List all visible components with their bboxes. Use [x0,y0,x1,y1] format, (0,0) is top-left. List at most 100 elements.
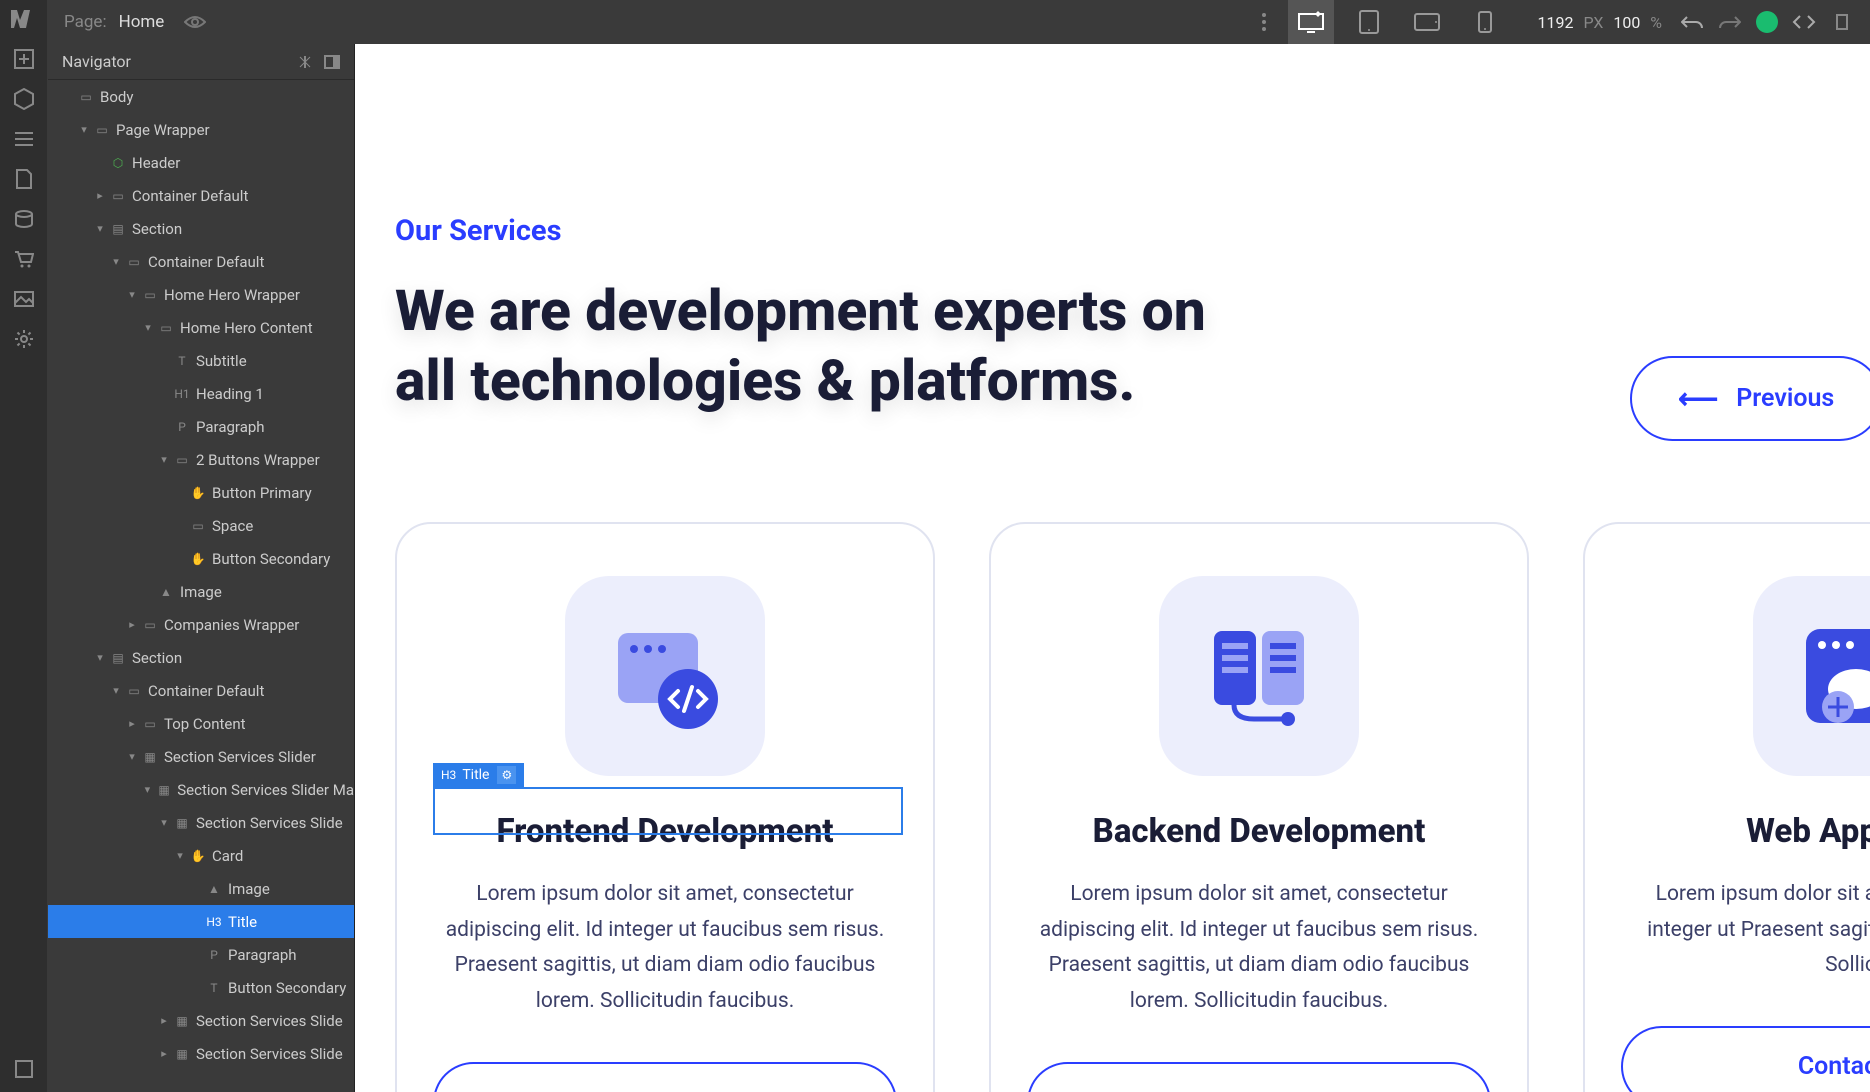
card-body[interactable]: Lorem ipsum dolor sit an adipiscing elit… [1621,877,1870,984]
tree-arrow-icon[interactable]: ▾ [78,123,90,136]
tree-row[interactable]: ▾▤Section [48,212,354,245]
tree-row[interactable]: ▾▭Home Hero Wrapper [48,278,354,311]
tree-row[interactable]: H1Heading 1 [48,377,354,410]
card-title[interactable]: Web App Deve [1746,812,1870,851]
publish-status-indicator[interactable] [1756,11,1778,33]
tree-row[interactable]: PParagraph [48,410,354,443]
tree-row[interactable]: ▾▭Container Default [48,245,354,278]
tree-row-label: Section Services Slider Ma [177,781,354,799]
tree-row[interactable]: ⬡Header [48,146,354,179]
viewport-mobile-button[interactable] [1462,0,1508,44]
tree-arrow-icon[interactable]: ▸ [126,618,138,631]
tree-row-label: Companies Wrapper [164,616,299,634]
preview-icon[interactable] [184,15,206,29]
more-menu-icon[interactable] [1252,13,1276,31]
tree-row[interactable]: TSubtitle [48,344,354,377]
assets-icon[interactable] [11,286,37,312]
tree-arrow-icon[interactable]: ▾ [142,321,154,334]
tree-type-icon: ▭ [174,453,190,467]
tree-arrow-icon[interactable]: ▾ [158,453,170,466]
tree-row[interactable]: ▭Space [48,509,354,542]
tree-row[interactable]: ▸▦Section Services Slide [48,1037,354,1070]
tree-row[interactable]: ▾▦Section Services Slide [48,806,354,839]
card-body[interactable]: Lorem ipsum dolor sit amet, consectetur … [433,877,897,1020]
heading-line-1: We are development experts on [395,277,1206,344]
left-icon-rail [0,0,48,1092]
subtitle-text[interactable]: Our Services [395,214,1870,248]
tree-row[interactable]: ▾▭Home Hero Content [48,311,354,344]
tree-row[interactable]: ▾▦Section Services Slider Ma [48,773,354,806]
contact-button[interactable]: Contact Us [433,1062,897,1092]
symbols-icon[interactable] [11,86,37,112]
tree-type-icon: T [206,981,222,995]
card-title[interactable]: Frontend Development [496,812,833,851]
tree-row[interactable]: ✋Button Primary [48,476,354,509]
tree-row[interactable]: ▾▭2 Buttons Wrapper [48,443,354,476]
navigator-title: Navigator [62,52,286,71]
tree-row[interactable]: ▾▦Section Services Slider [48,740,354,773]
design-canvas[interactable]: Our Services We are development experts … [355,44,1870,1092]
tree-arrow-icon[interactable]: ▾ [174,849,186,862]
tree-row-label: Section Services Slider [164,748,316,766]
tree-row-label: Container Default [148,682,264,700]
tree-row[interactable]: ▸▭Container Default [48,179,354,212]
tree-row[interactable]: ✋Button Secondary [48,542,354,575]
add-element-icon[interactable] [11,46,37,72]
ecommerce-icon[interactable] [11,246,37,272]
code-export-icon[interactable] [1792,10,1816,34]
cms-icon[interactable] [11,206,37,232]
page-name[interactable]: Home [119,12,165,32]
tree-arrow-icon[interactable]: ▾ [94,222,106,235]
tree-arrow-icon[interactable]: ▾ [110,684,122,697]
tree-arrow-icon[interactable]: ▾ [158,816,170,829]
collapse-panel-icon[interactable] [324,55,340,69]
tree-row[interactable]: PParagraph [48,938,354,971]
tree-row[interactable]: ▭Body [48,80,354,113]
viewport-landscape-button[interactable] [1404,0,1450,44]
tree-row-label: Title [228,913,257,931]
audit-icon[interactable] [11,1056,37,1082]
unpin-icon[interactable] [298,55,312,69]
tree-row[interactable]: ▸▭Top Content [48,707,354,740]
tree-arrow-icon[interactable]: ▸ [94,189,106,202]
tree-arrow-icon[interactable]: ▸ [158,1014,170,1027]
viewport-tablet-button[interactable] [1346,0,1392,44]
webflow-logo-icon[interactable] [11,6,37,32]
tree-arrow-icon[interactable]: ▾ [94,651,106,664]
tree-row[interactable]: ▸▦Section Services Slide [48,1004,354,1037]
tree-arrow-icon[interactable]: ▸ [158,1047,170,1060]
navigator-icon[interactable] [11,126,37,152]
contact-button[interactable]: Contact U [1621,1026,1870,1092]
viewport-desktop-button[interactable] [1288,0,1334,44]
tree-row[interactable]: ▾✋Card [48,839,354,872]
tree-row[interactable]: TButton Secondary [48,971,354,1004]
settings-icon[interactable] [11,326,37,352]
pages-icon[interactable] [11,166,37,192]
service-card[interactable]: Web App Deve Lorem ipsum dolor sit an adi… [1583,522,1870,1092]
tree-arrow-icon[interactable]: ▾ [126,750,138,763]
tree-arrow-icon[interactable]: ▾ [142,783,153,796]
tree-row-label: Section [132,649,182,667]
redo-icon[interactable] [1718,10,1742,34]
tree-row[interactable]: ▲Image [48,872,354,905]
undo-icon[interactable] [1680,10,1704,34]
tree-row[interactable]: ▲Image [48,575,354,608]
tree-row[interactable]: ▸▭Companies Wrapper [48,608,354,641]
tree-type-icon: ▦ [174,1014,190,1028]
tree-row[interactable]: ▾▭Page Wrapper [48,113,354,146]
tree-arrow-icon[interactable]: ▾ [126,288,138,301]
service-card[interactable]: Backend Development Lorem ipsum dolor sit… [989,522,1529,1092]
service-card[interactable]: Frontend Development Lorem ipsum dolor si… [395,522,935,1092]
tree-arrow-icon[interactable]: ▾ [110,255,122,268]
right-panel-toggle-icon[interactable] [1830,10,1854,34]
tree-arrow-icon[interactable]: ▸ [126,717,138,730]
previous-button[interactable]: ⟵ Previous [1630,356,1870,441]
card-body[interactable]: Lorem ipsum dolor sit amet, consectetur … [1027,877,1491,1020]
tree-row[interactable]: H3 Title [48,905,354,938]
card-title[interactable]: Backend Development [1093,812,1426,851]
tree-type-icon: H3 [206,915,222,929]
contact-button[interactable]: Contact Us [1027,1062,1491,1092]
navigator-tree: ▭Body▾▭Page Wrapper⬡Header▸▭Container De… [48,80,354,1092]
tree-row[interactable]: ▾▭Container Default [48,674,354,707]
tree-row[interactable]: ▾▤Section [48,641,354,674]
